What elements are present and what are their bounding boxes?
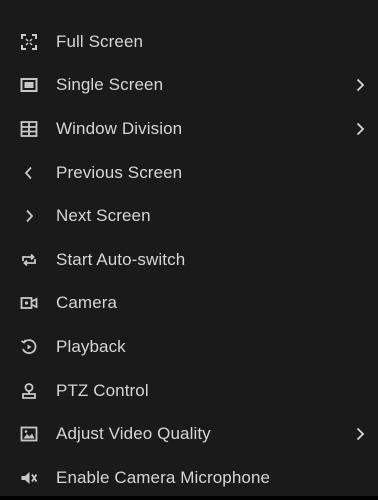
camera-icon [20, 294, 38, 312]
menu-item-previous-screen[interactable]: Previous Screen [0, 151, 378, 195]
menu-item-label: Start Auto-switch [56, 249, 186, 269]
chevron-left-icon [20, 164, 38, 182]
single-screen-icon [20, 76, 38, 94]
context-menu: Full Screen Single Screen Window Divisio… [0, 0, 378, 496]
chevron-right-icon [20, 207, 38, 225]
menu-item-next-screen[interactable]: Next Screen [0, 194, 378, 238]
menu-item-playback[interactable]: Playback [0, 325, 378, 369]
menu-item-label: Full Screen [56, 31, 144, 51]
menu-item-full-screen[interactable]: Full Screen [0, 20, 378, 64]
menu-item-enable-camera-microphone[interactable]: Enable Camera Microphone [0, 456, 378, 500]
playback-icon [20, 338, 38, 356]
window-division-icon [20, 120, 38, 138]
menu-item-label: Playback [56, 336, 126, 356]
ptz-icon [20, 382, 38, 400]
menu-item-label: Next Screen [56, 206, 151, 226]
submenu-arrow-icon [354, 121, 366, 137]
auto-switch-icon [20, 251, 38, 269]
menu-item-label: Camera [56, 293, 118, 313]
video-quality-icon [20, 425, 38, 443]
submenu-arrow-icon [354, 77, 366, 93]
menu-item-single-screen[interactable]: Single Screen [0, 64, 378, 108]
menu-item-label: Previous Screen [56, 162, 183, 182]
menu-item-label: Adjust Video Quality [56, 424, 211, 444]
menu-item-label: PTZ Control [56, 380, 149, 400]
menu-item-ptz-control[interactable]: PTZ Control [0, 369, 378, 413]
menu-item-window-division[interactable]: Window Division [0, 107, 378, 151]
menu-item-start-auto-switch[interactable]: Start Auto-switch [0, 238, 378, 282]
submenu-arrow-icon [354, 426, 366, 442]
menu-item-adjust-video-quality[interactable]: Adjust Video Quality [0, 412, 378, 456]
microphone-icon [20, 469, 38, 487]
fullscreen-icon [20, 33, 38, 51]
menu-item-label: Window Division [56, 118, 183, 138]
menu-item-camera[interactable]: Camera [0, 282, 378, 326]
menu-item-label: Enable Camera Microphone [56, 467, 271, 487]
menu-item-label: Single Screen [56, 75, 164, 95]
